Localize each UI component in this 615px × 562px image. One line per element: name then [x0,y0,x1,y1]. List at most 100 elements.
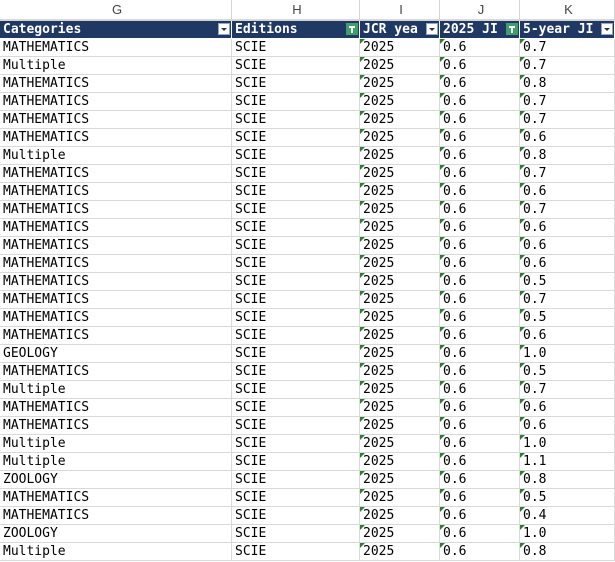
jcr-year-cell[interactable]: 2025 [360,453,440,471]
category-cell[interactable]: MATHEMATICS [0,111,232,129]
filter-active-icon[interactable] [346,23,358,35]
category-cell[interactable]: Multiple [0,147,232,165]
jif-5-year-cell[interactable]: 0.8 [520,75,615,93]
category-cell[interactable]: MATHEMATICS [0,237,232,255]
category-cell[interactable]: MATHEMATICS [0,75,232,93]
jif-5-year-cell[interactable]: 0.6 [520,237,615,255]
jif-2025-cell[interactable]: 0.6 [440,471,520,489]
edition-cell[interactable]: SCIE [232,219,360,237]
edition-cell[interactable]: SCIE [232,525,360,543]
category-cell[interactable]: Multiple [0,57,232,75]
jif-2025-cell[interactable]: 0.6 [440,327,520,345]
category-cell[interactable]: Multiple [0,381,232,399]
jif-5-year-cell[interactable]: 0.7 [520,39,615,57]
edition-cell[interactable]: SCIE [232,543,360,561]
filter-active-icon[interactable] [506,23,518,35]
jif-2025-cell[interactable]: 0.6 [440,291,520,309]
category-cell[interactable]: MATHEMATICS [0,363,232,381]
jcr-year-cell[interactable]: 2025 [360,93,440,111]
jif-2025-cell[interactable]: 0.6 [440,129,520,147]
jcr-year-cell[interactable]: 2025 [360,381,440,399]
jif-2025-cell[interactable]: 0.6 [440,93,520,111]
edition-cell[interactable]: SCIE [232,165,360,183]
jcr-year-cell[interactable]: 2025 [360,39,440,57]
category-cell[interactable]: MATHEMATICS [0,327,232,345]
edition-cell[interactable]: SCIE [232,345,360,363]
jif-2025-cell[interactable]: 0.6 [440,57,520,75]
edition-cell[interactable]: SCIE [232,237,360,255]
category-cell[interactable]: MATHEMATICS [0,309,232,327]
category-cell[interactable]: ZOOLOGY [0,525,232,543]
jcr-year-cell[interactable]: 2025 [360,237,440,255]
jif-2025-cell[interactable]: 0.6 [440,525,520,543]
jif-5-year-cell[interactable]: 0.8 [520,147,615,165]
edition-cell[interactable]: SCIE [232,507,360,525]
jif-2025-cell[interactable]: 0.6 [440,201,520,219]
jif-5-year-cell[interactable]: 0.7 [520,93,615,111]
header-cell-categories[interactable]: Categories [0,21,232,39]
jcr-year-cell[interactable]: 2025 [360,435,440,453]
jif-5-year-cell[interactable]: 0.6 [520,129,615,147]
jif-2025-cell[interactable]: 0.6 [440,237,520,255]
column-letter-k[interactable]: K [520,0,615,20]
edition-cell[interactable]: SCIE [232,39,360,57]
edition-cell[interactable]: SCIE [232,129,360,147]
jcr-year-cell[interactable]: 2025 [360,471,440,489]
edition-cell[interactable]: SCIE [232,255,360,273]
jif-5-year-cell[interactable]: 0.5 [520,309,615,327]
jif-2025-cell[interactable]: 0.6 [440,543,520,561]
jif-2025-cell[interactable]: 0.6 [440,363,520,381]
edition-cell[interactable]: SCIE [232,327,360,345]
jif-5-year-cell[interactable]: 1.0 [520,345,615,363]
jcr-year-cell[interactable]: 2025 [360,291,440,309]
category-cell[interactable]: Multiple [0,453,232,471]
category-cell[interactable]: MATHEMATICS [0,489,232,507]
jcr-year-cell[interactable]: 2025 [360,363,440,381]
category-cell[interactable]: Multiple [0,543,232,561]
jif-2025-cell[interactable]: 0.6 [440,273,520,291]
jcr-year-cell[interactable]: 2025 [360,75,440,93]
jif-5-year-cell[interactable]: 0.8 [520,471,615,489]
category-cell[interactable]: MATHEMATICS [0,255,232,273]
edition-cell[interactable]: SCIE [232,75,360,93]
jcr-year-cell[interactable]: 2025 [360,327,440,345]
jif-5-year-cell[interactable]: 0.5 [520,273,615,291]
jif-2025-cell[interactable]: 0.6 [440,417,520,435]
edition-cell[interactable]: SCIE [232,93,360,111]
jif-5-year-cell[interactable]: 0.6 [520,399,615,417]
jcr-year-cell[interactable]: 2025 [360,489,440,507]
jif-5-year-cell[interactable]: 0.7 [520,291,615,309]
jif-2025-cell[interactable]: 0.6 [440,75,520,93]
jif-2025-cell[interactable]: 0.6 [440,219,520,237]
category-cell[interactable]: MATHEMATICS [0,93,232,111]
edition-cell[interactable]: SCIE [232,399,360,417]
jcr-year-cell[interactable]: 2025 [360,183,440,201]
jcr-year-cell[interactable]: 2025 [360,111,440,129]
jif-2025-cell[interactable]: 0.6 [440,489,520,507]
category-cell[interactable]: MATHEMATICS [0,417,232,435]
category-cell[interactable]: MATHEMATICS [0,219,232,237]
jcr-year-cell[interactable]: 2025 [360,507,440,525]
category-cell[interactable]: MATHEMATICS [0,291,232,309]
category-cell[interactable]: Multiple [0,435,232,453]
edition-cell[interactable]: SCIE [232,381,360,399]
jcr-year-cell[interactable]: 2025 [360,417,440,435]
edition-cell[interactable]: SCIE [232,453,360,471]
jif-2025-cell[interactable]: 0.6 [440,507,520,525]
jif-2025-cell[interactable]: 0.6 [440,165,520,183]
jif-2025-cell[interactable]: 0.6 [440,381,520,399]
jif-5-year-cell[interactable]: 0.7 [520,381,615,399]
jif-5-year-cell[interactable]: 1.0 [520,435,615,453]
jif-5-year-cell[interactable]: 0.7 [520,111,615,129]
jcr-year-cell[interactable]: 2025 [360,273,440,291]
jcr-year-cell[interactable]: 2025 [360,543,440,561]
jif-2025-cell[interactable]: 0.6 [440,399,520,417]
category-cell[interactable]: MATHEMATICS [0,165,232,183]
jcr-year-cell[interactable]: 2025 [360,201,440,219]
category-cell[interactable]: MATHEMATICS [0,507,232,525]
jif-5-year-cell[interactable]: 0.7 [520,201,615,219]
jif-5-year-cell[interactable]: 0.5 [520,489,615,507]
jcr-year-cell[interactable]: 2025 [360,219,440,237]
column-letter-h[interactable]: H [232,0,360,20]
category-cell[interactable]: MATHEMATICS [0,183,232,201]
